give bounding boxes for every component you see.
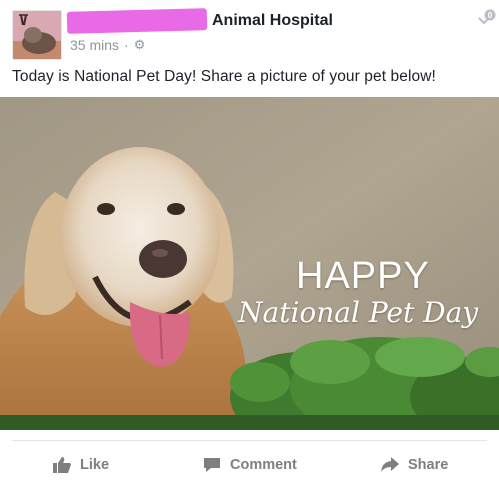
share-button[interactable]: Share	[380, 456, 448, 474]
share-arrow-icon	[380, 456, 400, 474]
gear-icon[interactable]: ⚙	[134, 37, 146, 53]
divider	[12, 440, 487, 441]
chevron-down-icon[interactable]: 0	[476, 8, 498, 30]
share-label: Share	[408, 457, 449, 473]
page-avatar[interactable]	[12, 10, 62, 60]
page-name[interactable]: Animal Hospital	[212, 12, 333, 30]
feed-post: Animal Hospital 35 mins · ⚙ 0 Today is N…	[0, 0, 499, 489]
action-bar: Like Comment Share	[0, 448, 499, 484]
post-time[interactable]: 35 mins	[70, 37, 119, 53]
photo-subline: National Pet Day	[238, 296, 479, 329]
comment-label: Comment	[230, 457, 297, 473]
avatar-image	[13, 11, 61, 59]
speech-bubble-icon	[202, 456, 222, 474]
meta-separator: ·	[124, 37, 129, 53]
photo-headline: HAPPY	[296, 255, 430, 297]
redaction-mark	[66, 8, 208, 34]
thumbs-up-icon	[52, 456, 72, 474]
post-text: Today is National Pet Day! Share a pictu…	[12, 68, 436, 85]
post-meta: 35 mins · ⚙	[70, 37, 145, 53]
like-label: Like	[80, 457, 110, 473]
comment-button[interactable]: Comment	[202, 456, 297, 474]
like-button[interactable]: Like	[52, 456, 109, 474]
